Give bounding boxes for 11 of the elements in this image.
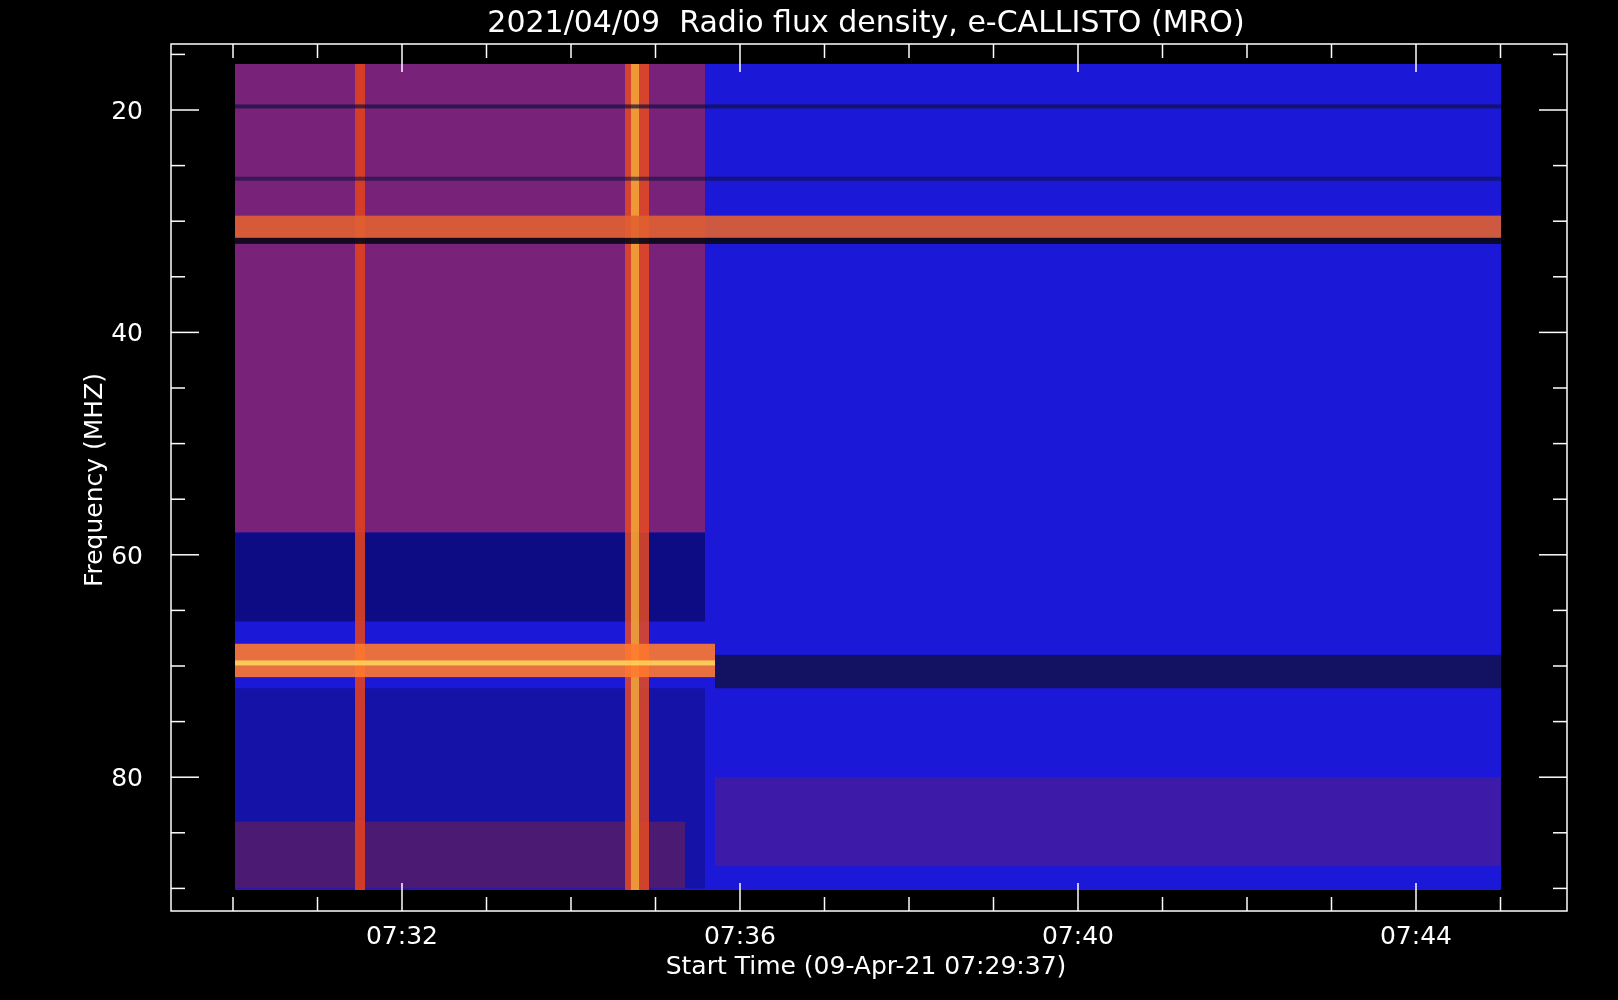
tick-label: 07:44 — [1380, 921, 1452, 950]
chart-title: 2021/04/09 Radio flux density, e-CALLISTO (MRO) — [487, 4, 1245, 39]
tick-label: 40 — [111, 318, 143, 348]
tick-label: 20 — [111, 96, 143, 125]
tick-label: 07:36 — [704, 921, 776, 950]
axis-title: Frequency (MHZ) — [79, 372, 108, 588]
tick-label: 07:32 — [366, 921, 438, 950]
axis-title: Start Time (09-Apr-21 07:29:37) — [665, 951, 1067, 980]
tick-label: 07:40 — [1042, 921, 1114, 950]
tick-label: 60 — [111, 540, 143, 570]
tick-label: 80 — [111, 763, 143, 793]
